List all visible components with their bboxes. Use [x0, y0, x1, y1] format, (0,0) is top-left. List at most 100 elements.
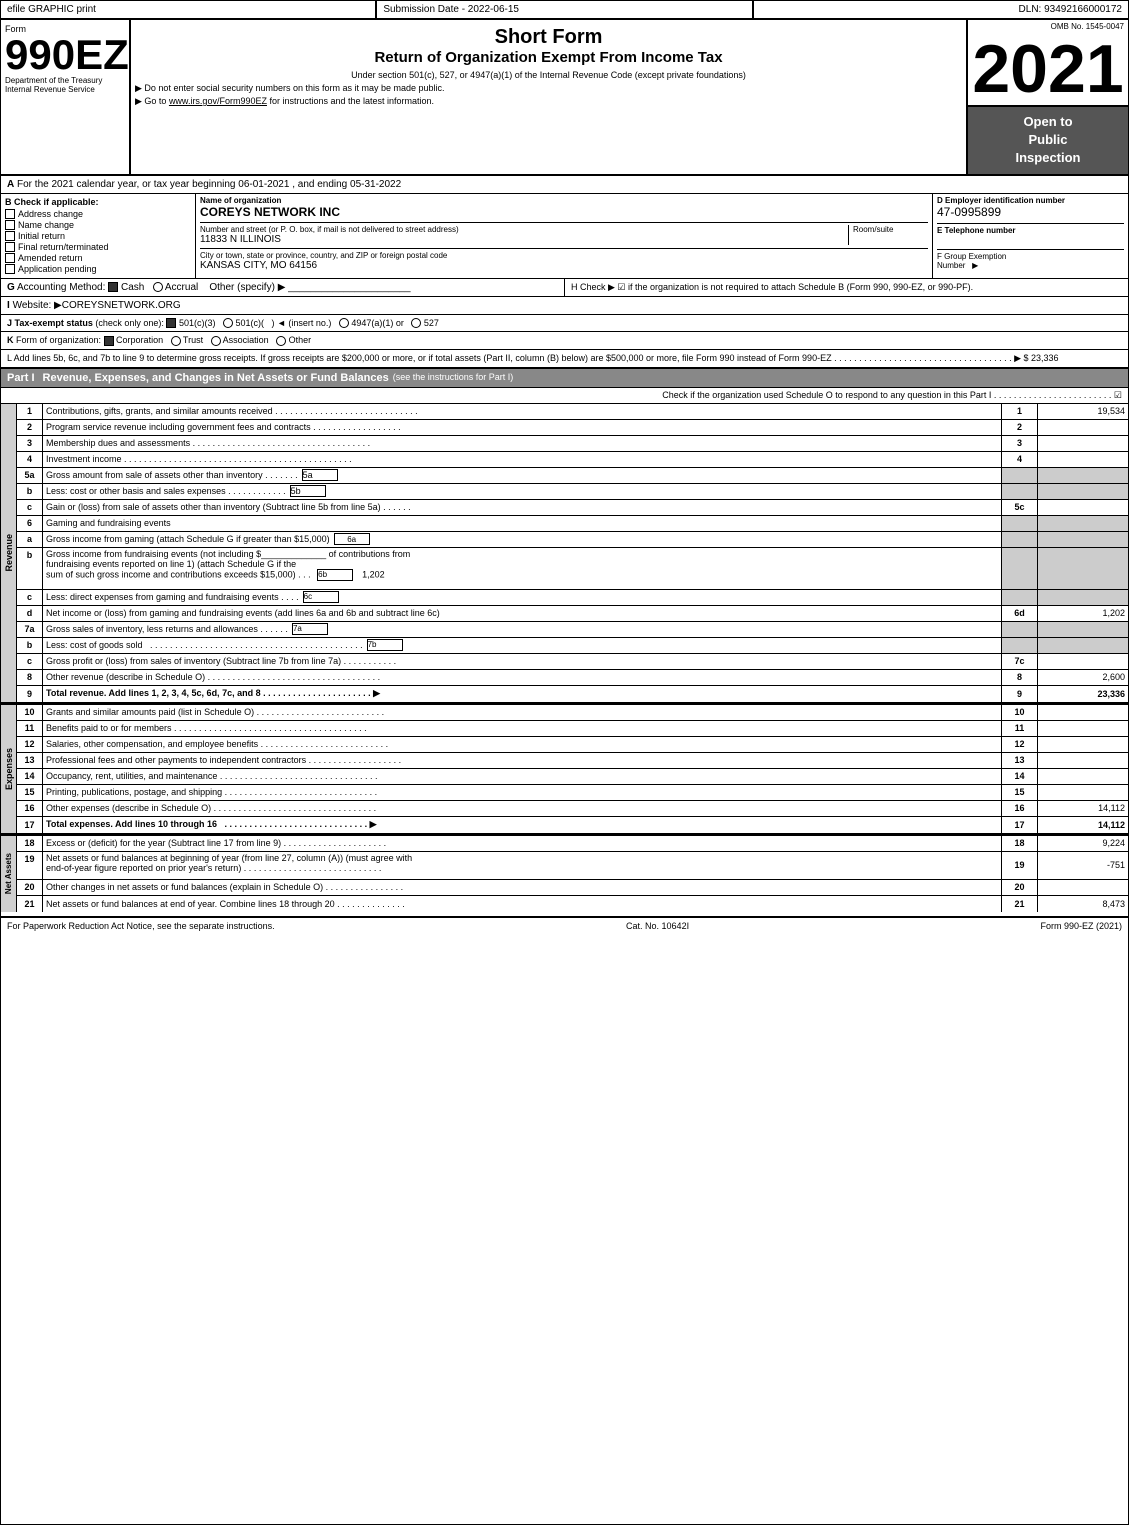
line-8-val: 2,600 — [1038, 670, 1128, 685]
section-b-label: B Check if applicable: — [5, 197, 191, 207]
name-checkbox[interactable] — [5, 220, 15, 230]
address-value: 11833 N ILLINOIS — [200, 234, 848, 245]
trust-radio[interactable] — [171, 336, 181, 346]
group-label: F Group ExemptionNumber ▶ — [937, 252, 1124, 270]
line-6-row: 6 Gaming and fundraising events — [17, 516, 1128, 532]
line-3-val — [1038, 436, 1128, 451]
assoc-radio[interactable] — [211, 336, 221, 346]
check-initial[interactable]: Initial return — [5, 231, 191, 241]
title-block: Short Form Return of Organization Exempt… — [131, 20, 968, 174]
section-d: D Employer identification number 47-0995… — [933, 194, 1128, 278]
line-5c-desc: Gain or (loss) from sale of assets other… — [43, 500, 1002, 515]
line-6a-row: a Gross income from gaming (attach Sched… — [17, 532, 1128, 548]
line-6a-box: 6a — [334, 533, 370, 545]
room-field: Room/suite — [848, 225, 928, 245]
line-14-val — [1038, 769, 1128, 784]
dln: DLN: 93492166000172 — [754, 1, 1128, 18]
amended-checkbox[interactable] — [5, 253, 15, 263]
revenue-lines: 1 Contributions, gifts, grants, and simi… — [17, 404, 1128, 702]
line-6d-desc: Net income or (loss) from gaming and fun… — [43, 606, 1002, 621]
line-16-desc: Other expenses (describe in Schedule O) … — [43, 801, 1002, 816]
line-7b-box: 7b — [367, 639, 403, 651]
line-10-desc: Grants and similar amounts paid (list in… — [43, 705, 1002, 720]
line-7a-row: 7a Gross sales of inventory, less return… — [17, 622, 1128, 638]
paperwork-notice: For Paperwork Reduction Act Notice, see … — [7, 921, 275, 931]
check-final[interactable]: Final return/terminated — [5, 242, 191, 252]
line-3-desc: Membership dues and assessments . . . . … — [43, 436, 1002, 451]
tel-label: E Telephone number — [937, 226, 1124, 235]
section-j: J Tax-exempt status (check only one): 50… — [1, 315, 1128, 333]
check-name[interactable]: Name change — [5, 220, 191, 230]
part-i-title: Revenue, Expenses, and Changes in Net As… — [43, 372, 389, 384]
group-section: F Group ExemptionNumber ▶ — [937, 249, 1124, 270]
line-21-row: 21 Net assets or fund balances at end of… — [17, 896, 1128, 912]
revenue-section: Revenue 1 Contributions, gifts, grants, … — [1, 404, 1128, 703]
cash-checkbox[interactable] — [108, 282, 118, 292]
check-address[interactable]: Address change — [5, 209, 191, 219]
top-bar: efile GRAPHIC print Submission Date - 20… — [1, 1, 1128, 20]
line-15-row: 15 Printing, publications, postage, and … — [17, 785, 1128, 801]
initial-checkbox[interactable] — [5, 231, 15, 241]
short-form-title: Short Form — [135, 26, 962, 49]
final-checkbox[interactable] — [5, 242, 15, 252]
section-h: H Check ▶ ☑ if the organization is not r… — [565, 279, 1128, 296]
line-1-desc: Contributions, gifts, grants, and simila… — [43, 404, 1002, 419]
line-5b-desc: Less: cost or other basis and sales expe… — [43, 484, 1002, 499]
line-12-desc: Salaries, other compensation, and employ… — [43, 737, 1002, 752]
line-18-val: 9,224 — [1038, 836, 1128, 851]
4947-radio[interactable] — [339, 318, 349, 328]
line-5a-desc: Gross amount from sale of assets other t… — [43, 468, 1002, 483]
line-1-ref: 1 — [1002, 404, 1038, 419]
line-9-row: 9 Total revenue. Add lines 1, 2, 3, 4, 5… — [17, 686, 1128, 702]
corp-checkbox[interactable] — [104, 336, 114, 346]
line-2-val — [1038, 420, 1128, 435]
501c-radio[interactable] — [223, 318, 233, 328]
initial-label: Initial return — [18, 231, 65, 241]
line-6b-row: b Gross income from fundraising events (… — [17, 548, 1128, 590]
line-7c-num: c — [17, 654, 43, 669]
line-19-val: -751 — [1038, 852, 1128, 879]
line-17-row: 17 Total expenses. Add lines 10 through … — [17, 817, 1128, 833]
line-18-num: 18 — [17, 836, 43, 851]
line-7c-ref: 7c — [1002, 654, 1038, 669]
line-13-desc: Professional fees and other payments to … — [43, 753, 1002, 768]
expense-lines: 10 Grants and similar amounts paid (list… — [17, 705, 1128, 833]
line-14-row: 14 Occupancy, rent, utilities, and maint… — [17, 769, 1128, 785]
address-checkbox[interactable] — [5, 209, 15, 219]
line-6a-ref — [1002, 532, 1038, 547]
line-10-num: 10 — [17, 705, 43, 720]
other-radio[interactable] — [276, 336, 286, 346]
line-2-desc: Program service revenue including govern… — [43, 420, 1002, 435]
expenses-section: Expenses 10 Grants and similar amounts p… — [1, 703, 1128, 834]
pending-checkbox[interactable] — [5, 264, 15, 274]
section-g: G Accounting Method: Cash Accrual Other … — [1, 279, 565, 296]
line-6b-val — [1038, 548, 1128, 589]
cat-no: Cat. No. 10642I — [626, 921, 689, 931]
form-number: 990EZ — [5, 34, 125, 76]
line-5a-num: 5a — [17, 468, 43, 483]
line-11-row: 11 Benefits paid to or for members . . .… — [17, 721, 1128, 737]
501c3-checkbox[interactable] — [166, 318, 176, 328]
section-b: B Check if applicable: Address change Na… — [1, 194, 196, 278]
line-2-num: 2 — [17, 420, 43, 435]
line-2-row: 2 Program service revenue including gove… — [17, 420, 1128, 436]
org-name-label: Name of organization — [200, 196, 928, 205]
line-5a-ref — [1002, 468, 1038, 483]
line-6d-num: d — [17, 606, 43, 621]
line-7a-ref — [1002, 622, 1038, 637]
line-15-ref: 15 — [1002, 785, 1038, 800]
line-3-ref: 3 — [1002, 436, 1038, 451]
line-16-num: 16 — [17, 801, 43, 816]
line-5a-row: 5a Gross amount from sale of assets othe… — [17, 468, 1128, 484]
line-10-row: 10 Grants and similar amounts paid (list… — [17, 705, 1128, 721]
line-6c-num: c — [17, 590, 43, 605]
line-21-num: 21 — [17, 896, 43, 912]
line-14-desc: Occupancy, rent, utilities, and maintena… — [43, 769, 1002, 784]
check-pending[interactable]: Application pending — [5, 264, 191, 274]
check-amended[interactable]: Amended return — [5, 253, 191, 263]
ein-label: D Employer identification number — [937, 196, 1124, 205]
527-radio[interactable] — [411, 318, 421, 328]
line-13-ref: 13 — [1002, 753, 1038, 768]
accrual-radio[interactable] — [153, 282, 163, 292]
line-7b-row: b Less: cost of goods sold . . . . . . .… — [17, 638, 1128, 654]
